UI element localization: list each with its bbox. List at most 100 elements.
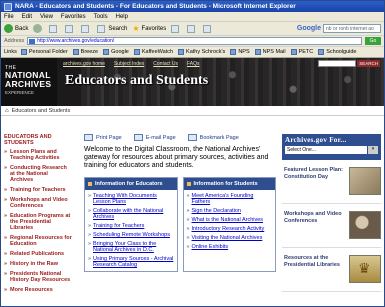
menu-edit[interactable]: Edit	[22, 14, 32, 20]
nav-faqs-link[interactable]: FAQs	[187, 61, 200, 67]
constitution-thumbnail[interactable]	[349, 167, 381, 195]
menu-bar: File Edit View Favorites Tools Help	[1, 12, 384, 22]
email-page-link[interactable]: E-mail Page	[133, 134, 176, 141]
search-button[interactable]: Search	[97, 24, 127, 33]
leftnav-item[interactable]: More Resources	[4, 287, 72, 293]
educators-link[interactable]: Training for Teachers	[88, 223, 174, 229]
page-icon	[318, 49, 325, 55]
page-icon	[290, 49, 297, 55]
educators-link[interactable]: Scheduling Remote Workshops	[88, 232, 174, 238]
link-google[interactable]: Google	[103, 49, 129, 55]
google-search-input[interactable]: nb or ronb internet ao	[323, 24, 381, 33]
ie-icon	[4, 2, 12, 11]
page-icon	[254, 49, 261, 55]
bookmark-page-link[interactable]: Bookmark Page	[187, 134, 239, 141]
link-kaffeewatch[interactable]: KaffeeWatch	[133, 49, 173, 55]
educators-link[interactable]: Collaborate with the National Archives	[88, 208, 174, 220]
students-link[interactable]: Sign the Declaration	[187, 208, 273, 214]
leftnav-item[interactable]: Workshops and Video Conferences	[4, 197, 72, 209]
menu-file[interactable]: File	[4, 14, 14, 20]
nav-home-link[interactable]: archives.gov home	[63, 61, 105, 67]
presidential-seal-thumbnail[interactable]	[349, 255, 381, 283]
home-button[interactable]	[81, 24, 92, 33]
menu-favorites[interactable]: Favorites	[61, 14, 86, 20]
menu-help[interactable]: Help	[116, 14, 128, 20]
archives-for-title: Archives.gov For...	[285, 136, 347, 144]
address-label: Address	[4, 38, 25, 44]
print-button[interactable]	[203, 24, 214, 33]
envelope-icon	[133, 134, 143, 141]
google-logo: Google	[296, 25, 321, 32]
page-content: EDUCATORS AND STUDENTS Lesson Plans and …	[1, 129, 384, 306]
leftnav-item[interactable]: Regional Resources for Education	[4, 235, 72, 247]
chevron-down-icon[interactable]: ▾	[368, 146, 378, 154]
link-kathy-schrock[interactable]: Kathy Schrock's	[178, 49, 225, 55]
nav-contact-link[interactable]: Contact Us	[153, 61, 178, 67]
home-icon[interactable]: ⌂	[5, 108, 9, 114]
refresh-button[interactable]	[65, 24, 76, 33]
students-link[interactable]: Online Exhibits	[187, 244, 273, 250]
site-search-button[interactable]: SEARCH	[357, 60, 380, 67]
link-nps-mail[interactable]: NPS Mail	[254, 49, 286, 55]
students-box: Information for Students Meet America's …	[182, 177, 276, 272]
workshop-thumbnail[interactable]	[349, 211, 381, 239]
educators-link[interactable]: Teaching With Documents Lesson Plans	[88, 193, 174, 205]
leftnav-item[interactable]: Conducting Research at the National Arch…	[4, 165, 72, 183]
feature-presidential-libraries[interactable]: Resources at the Presidential Libraries	[282, 252, 381, 292]
links-label: Links	[4, 49, 17, 55]
students-link[interactable]: Meet America's Founding Fathers	[187, 193, 273, 205]
right-column: Archives.gov For... Select One... ▾ Feat…	[282, 134, 381, 306]
history-button[interactable]	[171, 24, 182, 33]
leftnav-item[interactable]: History in the Raw	[4, 261, 72, 267]
title-bar: NARA - Educators and Students - For Educ…	[1, 1, 384, 12]
leftnav-heading[interactable]: EDUCATORS AND STUDENTS	[4, 134, 72, 146]
links-bar: Links Personal Folder Breeze Google Kaff…	[1, 47, 384, 58]
mail-icon	[187, 24, 196, 33]
top-nav: archives.gov home Subject Index Contact …	[63, 61, 209, 67]
leftnav-item[interactable]: Lesson Plans and Teaching Activities	[4, 149, 72, 161]
site-banner: THE NATIONAL ARCHIVES EXPERIENCE archive…	[1, 58, 384, 106]
stop-button[interactable]	[49, 24, 60, 33]
leftnav-item[interactable]: Related Publications	[4, 251, 72, 257]
menu-tools[interactable]: Tools	[94, 14, 108, 20]
printer-icon	[203, 24, 212, 33]
left-navigation: EDUCATORS AND STUDENTS Lesson Plans and …	[4, 134, 72, 306]
link-schoolguide[interactable]: Schoolguide	[318, 49, 357, 55]
link-petc[interactable]: PETC	[290, 49, 313, 55]
print-page-link[interactable]: Print Page	[84, 134, 122, 141]
students-link[interactable]: What is the National Archives	[187, 217, 273, 223]
link-personal-folder[interactable]: Personal Folder	[20, 49, 68, 55]
leftnav-item[interactable]: Training for Teachers	[4, 187, 72, 193]
stop-icon	[49, 24, 58, 33]
mail-button[interactable]	[187, 24, 198, 33]
educators-box-title: Information for Educators	[85, 178, 177, 190]
link-breeze[interactable]: Breeze	[72, 49, 98, 55]
students-box-title: Information for Students	[183, 178, 275, 190]
favorites-button[interactable]: ★ Favorites	[132, 24, 166, 33]
site-search: SEARCH	[318, 60, 380, 67]
site-search-input[interactable]	[318, 60, 357, 67]
feature-title: Resources at the Presidential Libraries	[284, 255, 340, 268]
national-archives-logo[interactable]: THE NATIONAL ARCHIVES EXPERIENCE	[1, 58, 57, 106]
feature-constitution-day[interactable]: Featured Lesson Plan: Constitution Day	[282, 164, 381, 204]
audience-select[interactable]: Select One... ▾	[285, 146, 378, 154]
archives-for-box: Archives.gov For... Select One... ▾	[282, 134, 381, 160]
educators-link[interactable]: Using Primary Sources - Archival Researc…	[88, 256, 174, 268]
address-input[interactable]: http://www.archives.gov/education/	[27, 37, 362, 45]
leftnav-item[interactable]: Presidents National History Day Resource…	[4, 271, 72, 283]
educators-link[interactable]: Bringing Your Class to the National Arch…	[88, 241, 174, 253]
menu-view[interactable]: View	[40, 14, 53, 20]
students-link[interactable]: Introductory Research Activity	[187, 226, 273, 232]
audience-select-value[interactable]: Select One...	[285, 146, 367, 154]
forward-button[interactable]	[33, 24, 44, 33]
students-link[interactable]: Visiting the National Archives	[187, 235, 273, 241]
toolbar: Back Search ★ Favorites Google nb or ron…	[1, 22, 384, 36]
link-nps[interactable]: NPS	[230, 49, 250, 55]
go-button[interactable]: Go	[365, 37, 381, 45]
feature-workshops[interactable]: Workshops and Video Conferences	[282, 208, 381, 248]
page-title: Educators and Students	[65, 73, 209, 88]
nav-subject-index-link[interactable]: Subject Index	[114, 61, 144, 67]
breadcrumb-current: Educators and Students	[11, 107, 71, 114]
back-button[interactable]: Back	[4, 24, 28, 33]
leftnav-item[interactable]: Education Programs at the Presidential L…	[4, 213, 72, 231]
